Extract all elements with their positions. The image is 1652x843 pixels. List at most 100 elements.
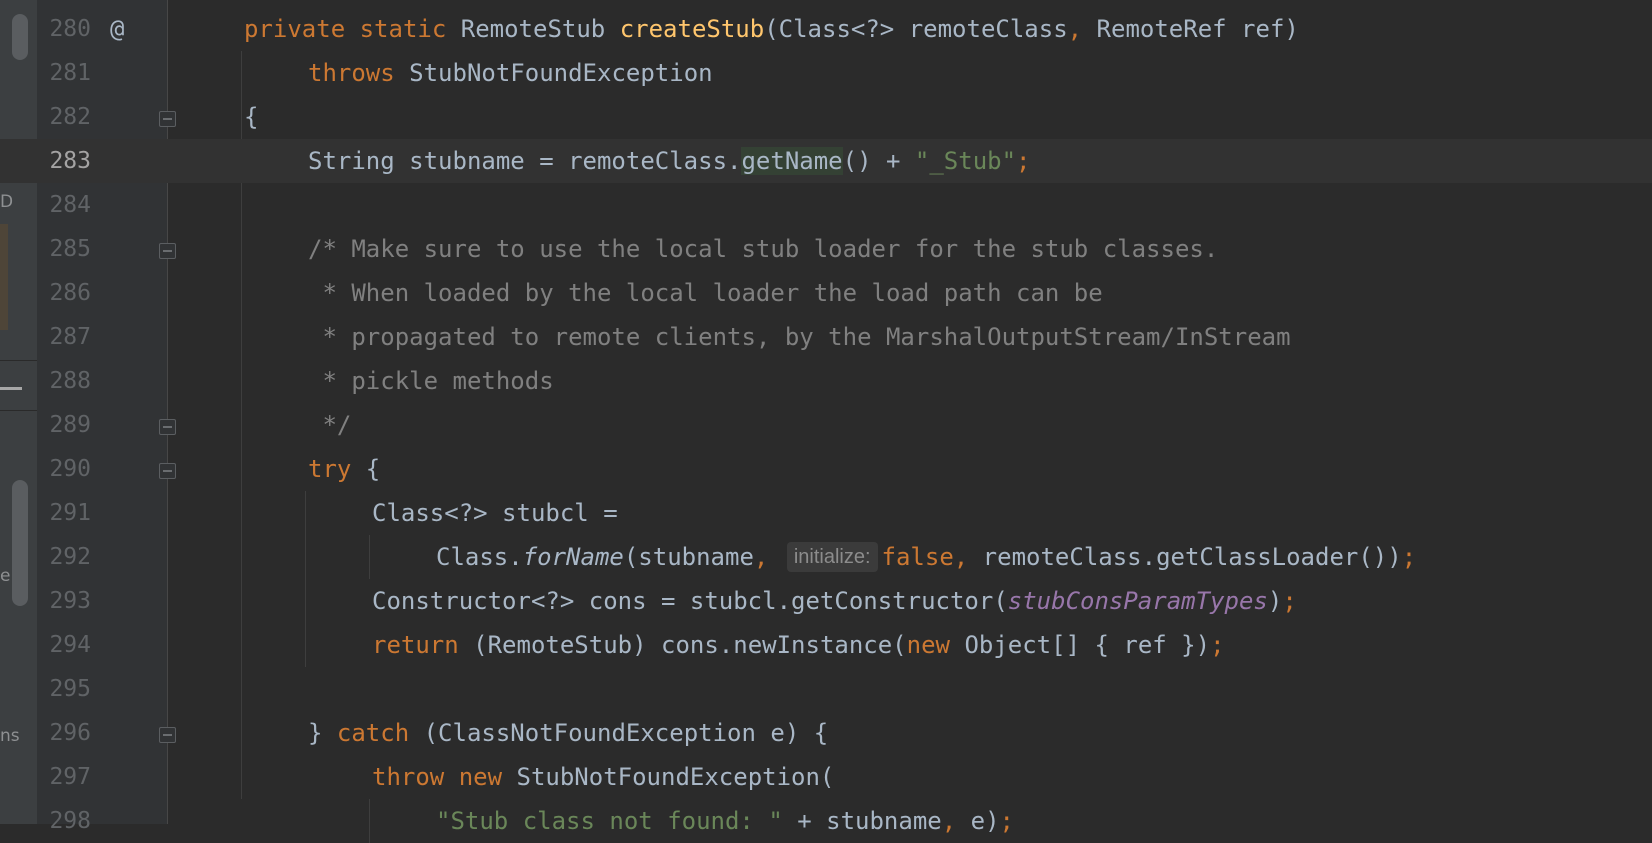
code-token: StubNotFoundException <box>409 59 713 87</box>
code-token: , <box>953 543 983 571</box>
code-text[interactable]: private static RemoteStub createStub(Cla… <box>244 7 1299 51</box>
code-token: stubConsParamTypes <box>1007 587 1268 615</box>
code-line[interactable]: 295 <box>0 667 1652 711</box>
code-token: + stubname <box>782 807 942 835</box>
code-line[interactable]: 288 * pickle methods <box>0 359 1652 403</box>
code-token: /* Make sure to use the local stub loade… <box>308 235 1219 263</box>
line-number[interactable]: 297 <box>37 755 91 799</box>
line-number[interactable]: 280 <box>37 7 91 51</box>
code-token: (RemoteStub) cons.newInstance( <box>473 631 907 659</box>
code-editor[interactable]: 280 @ private static RemoteStub createStub… <box>0 0 1652 843</box>
code-token: private <box>244 15 360 43</box>
code-token: RemoteStub <box>460 15 620 43</box>
code-token: * When loaded by the local loader the lo… <box>308 279 1103 307</box>
code-line[interactable]: 282 { <box>0 95 1652 139</box>
code-text[interactable]: * When loaded by the local loader the lo… <box>308 271 1103 315</box>
line-number[interactable]: 294 <box>37 623 91 667</box>
code-token: e) <box>970 807 1000 835</box>
code-token: return <box>372 631 474 659</box>
line-number[interactable]: 282 <box>37 95 91 139</box>
code-text[interactable]: { <box>244 95 258 139</box>
code-line[interactable]: 298 "Stub class not found: " + stubname, … <box>0 799 1652 843</box>
fold-toggle-icon[interactable] <box>159 111 176 127</box>
line-number[interactable]: 293 <box>37 579 91 623</box>
code-token: RemoteRef ref) <box>1096 15 1299 43</box>
code-line[interactable]: 283 String stubname = remoteClass.getName… <box>0 139 1652 183</box>
code-text[interactable]: Class<?> stubcl = <box>372 491 618 535</box>
code-token: */ <box>308 411 352 439</box>
line-number[interactable]: 296 <box>37 711 91 755</box>
code-text[interactable]: "Stub class not found: " + stubname, e); <box>436 799 1014 843</box>
line-number[interactable]: 281 <box>37 51 91 95</box>
code-line[interactable]: 294 return (RemoteStub) cons.newInstance(… <box>0 623 1652 667</box>
line-number[interactable]: 290 <box>37 447 91 491</box>
code-text[interactable]: String stubname = remoteClass.getName() … <box>308 139 1031 183</box>
code-token: "Stub class not found: " <box>436 807 783 835</box>
code-token: false <box>881 543 954 571</box>
code-token: try <box>308 455 366 483</box>
code-line[interactable]: 296 } catch (ClassNotFoundException e) { <box>0 711 1652 755</box>
code-line[interactable]: 284 <box>0 183 1652 227</box>
code-line[interactable]: 285 /* Make sure to use the local stub lo… <box>0 227 1652 271</box>
code-token: { <box>365 455 381 483</box>
code-token: * propagated to remote clients, by the M… <box>308 323 1291 351</box>
fold-toggle-icon[interactable] <box>159 419 176 435</box>
line-number[interactable]: 291 <box>37 491 91 535</box>
code-text[interactable]: */ <box>308 403 351 447</box>
code-token: Class<?> stubcl = <box>372 499 618 527</box>
code-line[interactable]: 293 Constructor<?> cons = stubcl.getConst… <box>0 579 1652 623</box>
code-token: ; <box>999 807 1014 835</box>
code-token: } <box>308 719 337 747</box>
code-line[interactable]: 289 */ <box>0 403 1652 447</box>
fold-toggle-icon[interactable] <box>159 463 176 479</box>
code-line[interactable]: 290 try { <box>0 447 1652 491</box>
code-text[interactable]: throw new StubNotFoundException( <box>372 755 834 799</box>
code-line[interactable]: 286 * When loaded by the local loader th… <box>0 271 1652 315</box>
code-token: new <box>458 763 517 791</box>
code-text[interactable]: Class.forName(stubname, initialize: false… <box>436 535 1416 579</box>
code-line[interactable]: 280 @ private static RemoteStub createStub… <box>0 7 1652 51</box>
line-number[interactable]: 292 <box>37 535 91 579</box>
code-text[interactable]: Constructor<?> cons = stubcl.getConstruc… <box>372 579 1297 623</box>
parameter-hint: initialize: <box>786 542 878 572</box>
code-text[interactable]: * pickle methods <box>308 359 554 403</box>
line-number[interactable]: 295 <box>37 667 91 711</box>
code-token: throws <box>308 59 410 87</box>
code-token: String stubname = remoteClass. <box>308 147 742 175</box>
code-token: throw <box>372 763 459 791</box>
code-token: * pickle methods <box>308 367 554 395</box>
code-token: Object[] { ref }) <box>964 631 1211 659</box>
line-number[interactable]: 287 <box>37 315 91 359</box>
code-token: ; <box>1210 631 1225 659</box>
fold-toggle-icon[interactable] <box>159 243 176 259</box>
code-line[interactable]: 287 * propagated to remote clients, by t… <box>0 315 1652 359</box>
code-token: new <box>906 631 965 659</box>
line-number[interactable]: 284 <box>37 183 91 227</box>
code-token: static <box>359 15 461 43</box>
code-line[interactable]: 281 throws StubNotFoundException <box>0 51 1652 95</box>
code-text[interactable]: } catch (ClassNotFoundException e) { <box>308 711 828 755</box>
code-line[interactable]: 291 Class<?> stubcl = <box>0 491 1652 535</box>
line-number[interactable]: 298 <box>37 799 91 843</box>
line-number[interactable]: 285 <box>37 227 91 271</box>
line-number[interactable]: 286 <box>37 271 91 315</box>
code-token: ; <box>1401 543 1417 571</box>
code-text[interactable]: * propagated to remote clients, by the M… <box>308 315 1291 359</box>
override-marker-icon[interactable]: @ <box>110 7 124 51</box>
line-number[interactable]: 289 <box>37 403 91 447</box>
code-token: (stubname <box>623 543 754 571</box>
code-token: StubNotFoundException( <box>516 763 835 791</box>
code-text[interactable]: return (RemoteStub) cons.newInstance(new… <box>372 623 1225 667</box>
code-token: , <box>941 807 971 835</box>
code-text[interactable]: throws StubNotFoundException <box>308 51 713 95</box>
code-text[interactable]: /* Make sure to use the local stub loade… <box>308 227 1218 271</box>
line-number[interactable]: 283 <box>37 139 91 183</box>
code-text[interactable]: try { <box>308 447 380 491</box>
code-line[interactable]: 292 Class.forName(stubname, initialize: fa… <box>0 535 1652 579</box>
code-token: catch <box>336 719 424 747</box>
fold-toggle-icon[interactable] <box>159 727 176 743</box>
line-number[interactable]: 288 <box>37 359 91 403</box>
code-token: ; <box>1282 587 1297 615</box>
code-line[interactable]: 297 throw new StubNotFoundException( <box>0 755 1652 799</box>
code-token: createStub <box>619 15 765 43</box>
